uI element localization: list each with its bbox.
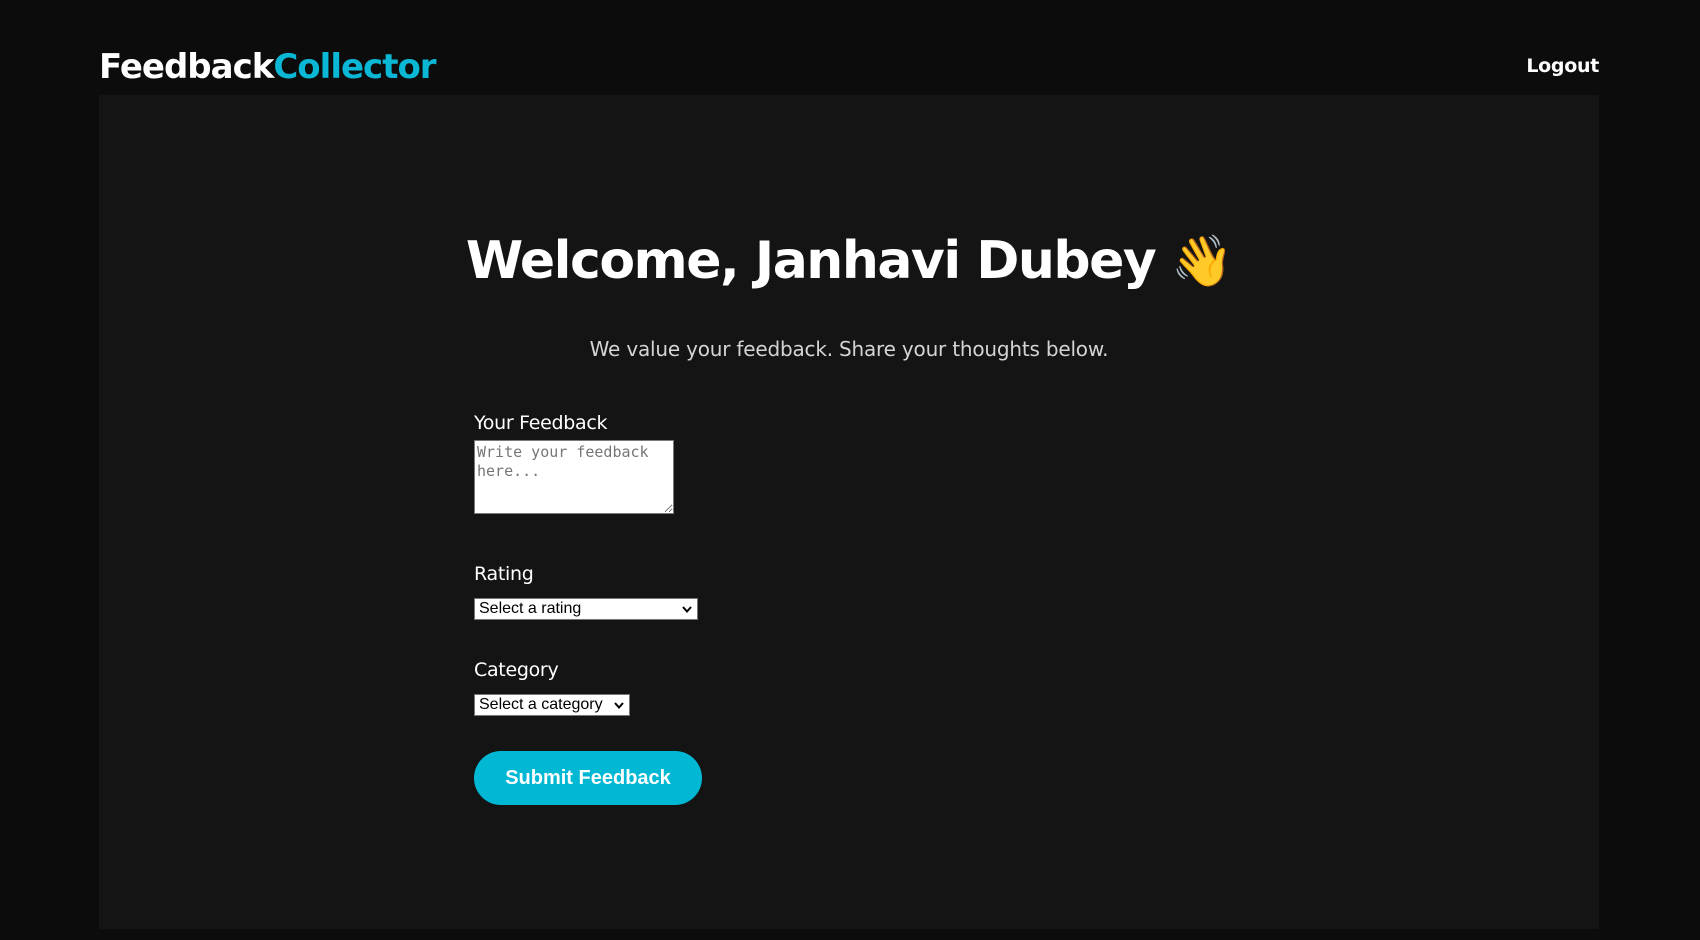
main-panel: Welcome, Janhavi Dubey 👋 We value your fe… <box>99 95 1599 929</box>
welcome-text: Welcome, Janhavi Dubey <box>465 231 1157 291</box>
waving-hand-icon: 👋 <box>1171 232 1233 290</box>
category-label: Category <box>474 659 559 681</box>
chevron-down-icon <box>682 606 692 614</box>
category-selected-value: Select a category <box>479 696 603 713</box>
header: FeedbackCollector Logout <box>99 0 1599 95</box>
logo-part-collector: Collector <box>273 47 436 87</box>
rating-select[interactable]: Select a rating <box>474 598 698 620</box>
welcome-heading: Welcome, Janhavi Dubey 👋 <box>99 229 1599 293</box>
rating-label: Rating <box>474 563 534 585</box>
subtitle: We value your feedback. Share your thoug… <box>589 337 1109 361</box>
logo[interactable]: FeedbackCollector <box>99 47 437 87</box>
feedback-textarea[interactable] <box>474 440 674 514</box>
category-select[interactable]: Select a category <box>474 694 630 716</box>
logo-part-feedback: Feedback <box>99 47 274 87</box>
logout-link[interactable]: Logout <box>1526 55 1599 77</box>
submit-feedback-button[interactable]: Submit Feedback <box>474 751 702 805</box>
rating-selected-value: Select a rating <box>479 600 582 617</box>
feedback-label: Your Feedback <box>474 412 608 434</box>
chevron-down-icon <box>614 702 624 710</box>
